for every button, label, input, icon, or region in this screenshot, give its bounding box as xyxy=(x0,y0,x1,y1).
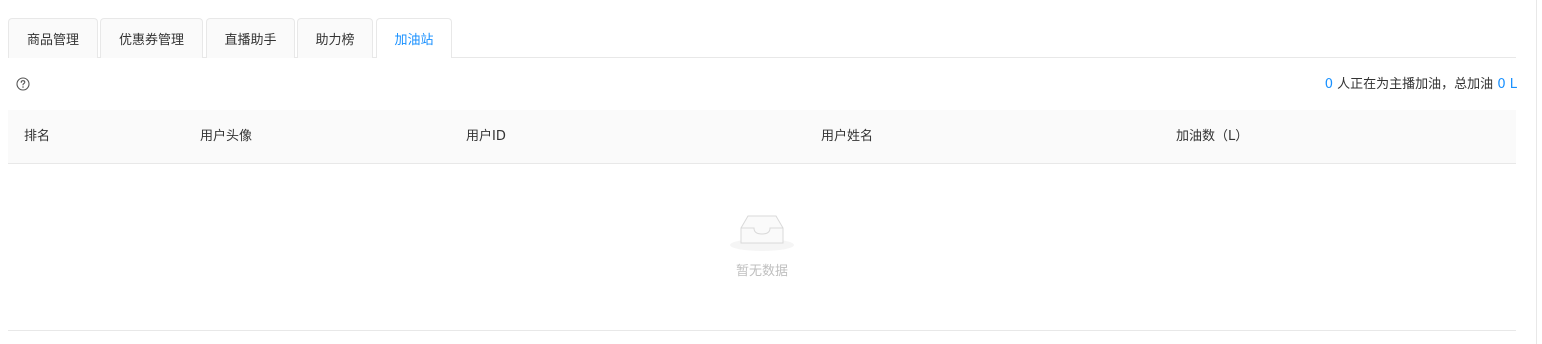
tab-coupon-management[interactable]: 优惠券管理 xyxy=(100,18,203,58)
people-count: 0 xyxy=(1324,77,1334,92)
column-header-rank: 排名 xyxy=(24,129,51,144)
tab-bar: 商品管理 优惠券管理 直播助手 助力榜 加油站 xyxy=(8,18,1516,59)
people-text: 人正在为主播加油，总加油 xyxy=(1337,77,1494,92)
tab-label: 商品管理 xyxy=(26,33,79,48)
empty-text: 暂无数据 xyxy=(735,264,788,279)
scrollbar-track[interactable] xyxy=(1536,0,1537,344)
table-bottom-divider xyxy=(8,330,1516,331)
question-circle-icon[interactable] xyxy=(16,77,30,91)
total-count: 0 xyxy=(1497,77,1506,92)
column-header-gas-amount: 加油数（L） xyxy=(1176,129,1249,144)
empty-state: 暂无数据 xyxy=(8,164,1516,330)
empty-inbox-icon xyxy=(730,215,794,251)
gas-station-page: 商品管理 优惠券管理 直播助手 助力榜 加油站 0 人正在为主播加油，总加油 0… xyxy=(0,0,1542,344)
tab-label: 助力榜 xyxy=(315,33,355,48)
tab-product-management[interactable]: 商品管理 xyxy=(8,18,98,58)
column-header-user-name: 用户姓名 xyxy=(821,129,874,144)
table-header: 排名 用户头像 用户ID 用户姓名 加油数（L） xyxy=(8,110,1516,164)
column-header-user-id: 用户ID xyxy=(466,129,506,144)
tab-live-assistant[interactable]: 直播助手 xyxy=(206,18,295,58)
unit-label: L xyxy=(1509,77,1517,92)
gas-summary: 0 人正在为主播加油，总加油 0 L xyxy=(1325,76,1517,94)
tab-support-ranking[interactable]: 助力榜 xyxy=(297,18,373,58)
column-header-avatar: 用户头像 xyxy=(200,129,253,144)
tab-label: 优惠券管理 xyxy=(118,33,184,48)
tab-label: 直播助手 xyxy=(224,33,277,48)
tab-label: 加油站 xyxy=(394,33,434,48)
tab-gas-station[interactable]: 加油站 xyxy=(376,18,452,59)
